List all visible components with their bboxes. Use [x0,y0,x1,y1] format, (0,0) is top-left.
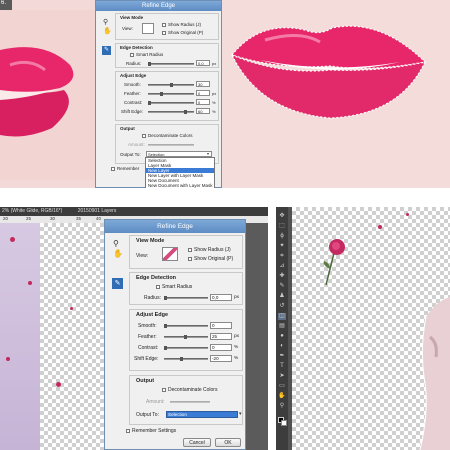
decontaminate-checkbox[interactable] [142,134,146,138]
feather-field[interactable]: 25 [210,333,232,340]
contrast-slider[interactable] [164,346,208,350]
show-radius-checkbox[interactable] [162,23,166,27]
left-lips-image [0,10,100,180]
type-tool-icon[interactable]: T [278,363,286,370]
hand-tool-icon[interactable]: ✋ [278,393,286,400]
radius-slider[interactable] [164,296,208,300]
healing-tool-icon[interactable]: ✚ [278,273,286,280]
remember-settings-checkbox[interactable] [126,429,130,433]
output-to-select[interactable]: Selection [166,411,238,418]
ok-button[interactable]: OK [215,438,241,447]
eyedropper-tool-icon[interactable]: ⊿ [278,263,286,270]
path-select-icon[interactable]: ➤ [278,373,286,380]
rose-dot [378,225,382,229]
chevron-down-icon[interactable]: ▾ [239,411,242,417]
refine-edge-dialog-bottom: Refine Edge ⚲ ✋ ✎ View Mode View: Show R… [104,219,246,450]
remember-checkbox[interactable] [111,167,115,171]
refine-radius-brush-icon[interactable]: ✎ [112,278,123,289]
rose-flower-icon [323,239,345,286]
zoom-icon[interactable]: ⚲ [103,18,108,26]
output-to-menu[interactable]: Selection Layer Mask New Layer New Layer… [145,157,215,188]
move-tool-icon[interactable]: ✥ [278,213,286,220]
radius-slider[interactable] [148,62,194,66]
lasso-tool-icon[interactable]: ϕ [278,233,286,240]
history-brush-icon[interactable]: ↺ [278,303,286,310]
smooth-field[interactable]: 0 [210,322,232,329]
top-photo-panel: 6. Refine Edge ⚲ ✋ ✎ View Mode View: Sho… [0,0,450,188]
zoom-tool-icon[interactable]: ⚲ [278,403,286,410]
brush-tool-icon[interactable]: ✎ [278,283,286,290]
dialog-title: Refine Edge [105,220,245,233]
lavender-photo [0,223,40,450]
refine-radius-brush-icon[interactable]: ✎ [102,46,111,55]
shift-edge-slider[interactable] [148,110,194,114]
adjust-edge-section: Adjust Edge Smooth: 0 Feather: 25 px Con… [129,309,243,371]
gradient-tool-icon[interactable]: ▤ [278,323,286,330]
radius-field[interactable]: 0,0 [196,60,210,66]
shift-edge-slider[interactable] [164,357,208,361]
view-thumbnail[interactable] [162,247,178,261]
dialog-title: Refine Edge [96,1,221,11]
amount-slider [170,401,210,403]
view-thumbnail[interactable] [142,23,154,34]
adjust-edge-section: Adjust Edge Smooth: 30 Feather: 0 px Con… [115,71,219,121]
view-mode-section: View Mode View: Show Radius (J) Show Ori… [115,13,219,40]
show-original-checkbox[interactable] [188,257,192,261]
edge-detection-section: Edge Detection Smart Radius Radius: 0,0 … [129,272,243,305]
bottom-right-panel: ✥ ⬚ ϕ ✦ ⌗ ⊿ ✚ ✎ ♟ ↺ ◫ ▤ ● ◐ ✒ T ➤ ▭ ✋ ⚲ [276,207,450,450]
feather-field[interactable]: 0 [196,90,210,96]
amount-slider [148,144,194,146]
rose-dot [70,307,73,310]
left-tab-strip: 6. [0,0,12,10]
eraser-tool-icon[interactable]: ◫ [278,313,286,320]
menu-option[interactable]: New Document with Layer Mask [146,183,214,188]
hand-icon[interactable]: ✋ [113,249,123,258]
show-original-checkbox[interactable] [162,31,166,35]
zoom-icon[interactable]: ⚲ [113,239,119,248]
dodge-tool-icon[interactable]: ◐ [278,343,286,350]
edge-detection-section: Edge Detection Smart Radius Radius: 0,0 … [115,43,219,68]
smooth-slider[interactable] [164,324,208,328]
smooth-field[interactable]: 30 [196,81,210,87]
rose-dot [6,357,10,361]
contrast-slider[interactable] [148,101,194,105]
show-radius-checkbox[interactable] [188,248,192,252]
contrast-field[interactable]: 0 [210,344,232,351]
rose-dot [10,237,15,242]
crop-tool-icon[interactable]: ⌗ [278,253,286,260]
pen-tool-icon[interactable]: ✒ [278,353,286,360]
smart-radius-checkbox[interactable] [130,53,134,57]
refine-edge-dialog-top: Refine Edge ⚲ ✋ ✎ View Mode View: Show R… [95,0,222,188]
smooth-slider[interactable] [148,83,194,87]
contrast-field[interactable]: 0 [196,99,210,105]
marquee-tool-icon[interactable]: ⬚ [278,223,286,230]
rose-dot [406,213,409,216]
background-color-swatch[interactable] [281,420,287,426]
decontaminate-checkbox[interactable] [162,388,166,392]
view-mode-section: View Mode View: Show Radius (J) Show Ori… [129,235,243,269]
hand-icon[interactable]: ✋ [103,27,112,35]
output-section: Output Decontaminate Colors Amount: Outp… [129,375,243,425]
bottom-left-panel: 2% (White Glide, RGB/16*) 20150901 Layer… [0,207,268,450]
rose-dot [28,281,32,285]
shift-edge-field[interactable]: 60 [196,108,210,114]
shape-tool-icon[interactable]: ▭ [278,383,286,390]
document-tab[interactable]: 2% (White Glide, RGB/16*) 20150901 Layer… [0,207,268,216]
cancel-button[interactable]: Cancel [183,438,211,447]
quick-select-tool-icon[interactable]: ✦ [278,243,286,250]
right-lips-image [220,0,450,188]
rose-dot [56,382,61,387]
shift-edge-field[interactable]: -20 [210,355,232,362]
feather-slider[interactable] [148,92,194,96]
radius-field[interactable]: 0,0 [210,294,232,301]
stamp-tool-icon[interactable]: ♟ [278,293,286,300]
cutout-photo-shape [419,297,450,450]
blur-tool-icon[interactable]: ● [278,333,286,340]
feather-slider[interactable] [164,335,208,339]
smart-radius-checkbox[interactable] [156,285,160,289]
